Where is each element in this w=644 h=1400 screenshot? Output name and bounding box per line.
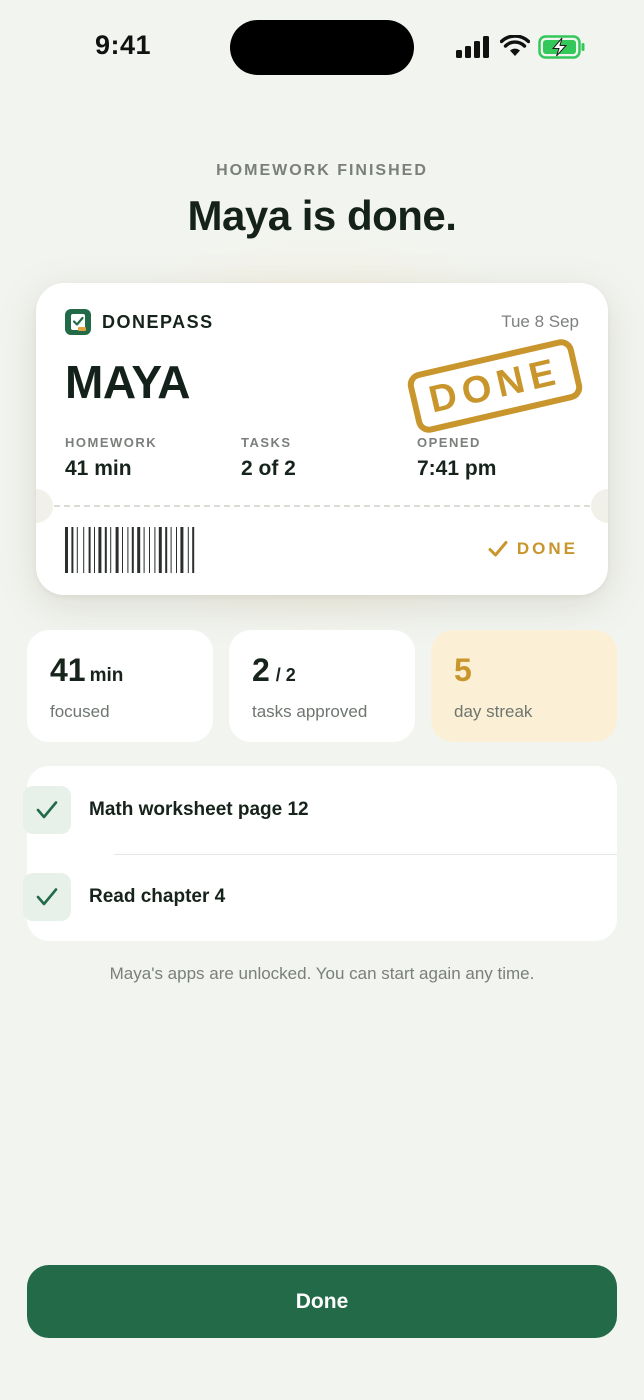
ticket-notch-left: [36, 489, 53, 523]
status-bar: 9:41: [0, 0, 644, 96]
perforation-divider: [54, 505, 590, 507]
pass-date: Tue 8 Sep: [501, 312, 579, 331]
stat-unit: min: [89, 665, 124, 686]
done-pass-card: DONEPASS Tue 8 Sep MAYA DONE HOMEWORK 41…: [36, 283, 608, 595]
field-value: 2 of 2: [241, 457, 296, 480]
unlock-footnote: Maya's apps are unlocked. You can start …: [109, 964, 535, 983]
stat-focused: 41 min focused: [27, 630, 213, 742]
stamp-text: DONE: [424, 350, 565, 422]
field-opened: OPENED 7:41 pm: [417, 435, 496, 481]
signal-icon: [456, 36, 489, 58]
eyebrow-label: HOMEWORK FINISHED: [216, 162, 428, 179]
wifi-icon: [500, 35, 530, 56]
stat-number: 2: [252, 652, 270, 688]
page-title: Maya is done.: [187, 192, 457, 239]
pass-status: DONE: [488, 539, 578, 559]
barcode: [65, 527, 195, 573]
checkmark-icon: [488, 541, 508, 557]
done-button[interactable]: Done: [27, 1265, 617, 1338]
stat-tasks-approved: 2/ 2 tasks approved: [229, 630, 415, 742]
stat-unit: / 2: [275, 665, 296, 685]
checkmark-icon: [36, 801, 58, 819]
task-checkbox: [23, 873, 71, 921]
field-value: 41 min: [65, 457, 132, 480]
brand-name: DONEPASS: [102, 311, 214, 332]
battery-charging-icon: [538, 35, 585, 59]
field-homework: HOMEWORK 41 min: [65, 435, 157, 481]
pass-holder-name: MAYA: [65, 356, 191, 408]
stat-day-streak: 5 day streak: [431, 630, 617, 742]
ticket-notch-right: [591, 489, 608, 523]
stat-number: 5: [454, 652, 472, 688]
donepass-logo-icon: [65, 309, 91, 335]
task-item-reading: Read chapter 4: [23, 873, 583, 921]
field-label: HOMEWORK: [65, 435, 158, 450]
done-stamp: DONE: [405, 336, 585, 436]
stat-caption: tasks approved: [252, 702, 368, 721]
field-label: OPENED: [417, 435, 481, 450]
stat-caption: day streak: [454, 702, 533, 721]
stat-value: 41 min: [50, 652, 123, 689]
task-checkbox: [23, 786, 71, 834]
stat-value: 5: [454, 652, 472, 689]
task-divider: [114, 854, 617, 855]
field-tasks: TASKS 2 of 2: [241, 435, 296, 481]
checkmark-icon: [36, 888, 58, 906]
stat-caption: focused: [50, 702, 110, 721]
stat-value: 2/ 2: [252, 652, 296, 689]
dynamic-island: [230, 20, 414, 75]
stat-number: 41: [50, 652, 86, 688]
field-value: 7:41 pm: [417, 457, 497, 480]
pass-status-text: DONE: [516, 539, 578, 558]
task-label: Math worksheet page 12: [89, 799, 309, 820]
task-label: Read chapter 4: [89, 886, 226, 907]
task-item-math: Math worksheet page 12: [23, 786, 583, 834]
pass-brand: DONEPASS: [65, 308, 214, 336]
status-icons: [456, 34, 586, 60]
status-time: 9:41: [95, 30, 152, 60]
field-label: TASKS: [241, 435, 292, 450]
